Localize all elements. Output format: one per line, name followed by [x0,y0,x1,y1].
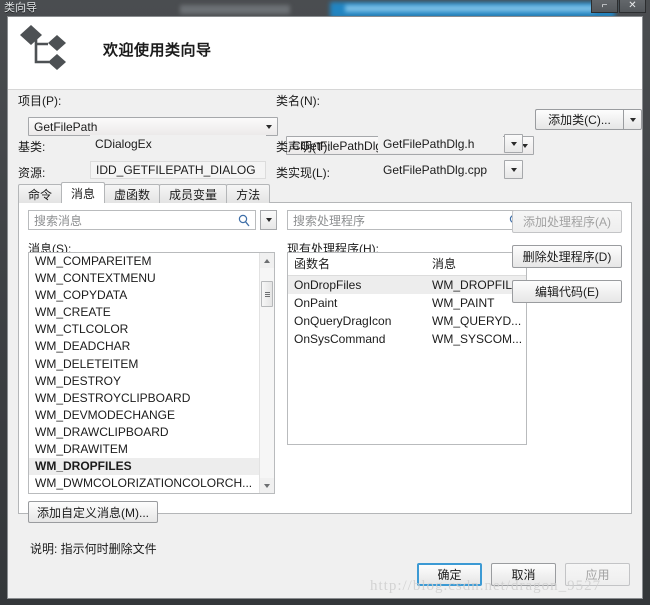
messages-listbox[interactable]: WM_COMPAREITEM WM_CONTEXTMENU WM_COPYDATA W… [28,252,275,494]
resource-label: 资源: [18,166,46,180]
table-row[interactable]: OnDropFiles WM_DROPFIL... [288,275,526,294]
ok-button[interactable]: 确定 [417,563,482,586]
list-item[interactable]: WM_CREATE [29,304,259,321]
tab-4[interactable]: 方法 [226,184,271,203]
add-custom-message-button[interactable]: 添加自定义消息(M)... [28,501,158,523]
list-item[interactable]: WM_DRAWITEM [29,441,259,458]
handler-action-buttons: 添加处理程序(A) 删除处理程序(D) 编辑代码(E) [512,210,622,315]
column-header-message[interactable]: 消息 [426,253,526,276]
project-label: 项目(P): [18,94,62,108]
handler-function-name: OnDropFiles [288,275,427,294]
class-impl-dropdown-button[interactable] [504,160,523,179]
table-row[interactable]: OnSysCommand WM_SYSCOM... [288,330,526,348]
list-item[interactable]: WM_DELETEITEM [29,356,259,373]
list-item[interactable]: WM_CONTEXTMENU [29,270,259,287]
scroll-up-button[interactable] [260,253,274,268]
add-class-dropdown-button[interactable] [623,109,642,130]
table-row[interactable]: OnPaint WM_PAINT [288,294,526,312]
list-item[interactable]: WM_DRAWCLIPBOARD [29,424,259,441]
tab-3[interactable]: 成员变量 [159,184,228,203]
handler-function-name: OnQueryDragIcon [294,314,392,328]
footer-buttons: 确定 取消 应用 [417,563,630,586]
handler-function-name: OnPaint [294,296,338,310]
class-name-label: 类名(N): [276,94,320,108]
delete-handler-button[interactable]: 删除处理程序(D) [512,245,622,268]
list-item[interactable]: WM_DEADCHAR [29,338,259,355]
edit-code-button[interactable]: 编辑代码(E) [512,280,622,303]
resource-value: IDD_GETFILEPATH_DIALOG [90,161,266,179]
list-item[interactable]: WM_DESTROYCLIPBOARD [29,390,259,407]
restore-button[interactable]: ⌐ [591,0,618,13]
messages-tab-panel: 搜索消息 搜索处理程序 消息(S): 现有处理程序(H): WM_COMPARE… [18,202,632,556]
search-messages-dropdown-button[interactable] [260,210,277,230]
tab-2[interactable]: 虚函数 [104,184,161,203]
add-class-button[interactable]: 添加类(C)... [535,109,623,130]
class-wizard-icon [20,25,66,70]
project-value: GetFilePath [34,119,98,134]
class-decl-label: 类声明(T): [276,140,331,154]
dialog-footer: 确定 取消 应用 [8,552,642,598]
add-class-split-button[interactable]: 添加类(C)... [535,109,642,130]
chevron-down-icon[interactable] [260,118,277,135]
scrollbar-thumb[interactable] [261,281,273,307]
handlers-table: 函数名 消息 OnDropFiles WM_DROPFIL... OnPaint WM… [288,253,526,348]
handler-message-name: WM_PAINT [432,296,495,310]
list-item[interactable]: WM_DEVMODECHANGE [29,407,259,424]
scroll-down-button[interactable] [260,478,274,493]
background-ide-tab-text [345,5,595,12]
messages-scrollbar[interactable] [259,253,274,493]
class-wizard-window: 类向导 ⌐ ✕ 欢迎使用类向导 项目(P): GetFilePath 类名(N)… [0,0,650,605]
search-messages-placeholder: 搜索消息 [34,213,83,228]
class-decl-value: GetFilePathDlg.h [378,135,503,153]
handlers-header-row: 函数名 消息 [288,253,526,276]
title-bar: 类向导 ⌐ ✕ [0,0,650,16]
dialog-body: 欢迎使用类向导 项目(P): GetFilePath 类名(N): CGetFi… [7,16,643,599]
handler-message-name: WM_SYSCOM... [432,332,523,346]
window-title: 类向导 [4,2,37,14]
handlers-listbox[interactable]: 函数名 消息 OnDropFiles WM_DROPFIL... OnPaint WM… [287,252,527,445]
tab-1[interactable]: 消息 [61,182,106,203]
list-item[interactable]: WM_DESTROY [29,373,259,390]
class-info-fields: 项目(P): GetFilePath 类名(N): CGetFilePathDl… [8,90,642,182]
search-messages-input[interactable]: 搜索消息 [28,210,256,230]
handler-message-name: WM_QUERYD... [432,314,522,328]
search-handlers-placeholder: 搜索处理程序 [293,213,366,228]
apply-button[interactable]: 应用 [565,563,630,586]
class-impl-value: GetFilePathDlg.cpp [378,161,503,179]
cancel-button[interactable]: 取消 [491,563,556,586]
list-item[interactable]: WM_DROPFILES [29,458,259,476]
table-row[interactable]: OnQueryDragIcon WM_QUERYD... [288,312,526,330]
tab-area: 命令 消息 虚函数 成员变量 方法 搜索消息 搜索处理程序 消息(S): 现有处… [8,182,642,556]
tab-strip: 命令 消息 虚函数 成员变量 方法 [18,182,632,203]
background-artifact [180,5,290,14]
class-impl-label: 类实现(L): [276,166,331,180]
base-class-value: CDialogEx [90,135,266,153]
handler-function-name: OnSysCommand [294,332,386,346]
window-controls: ⌐ ✕ [591,0,646,13]
dialog-banner: 欢迎使用类向导 [8,17,642,90]
messages-list[interactable]: WM_COMPAREITEM WM_CONTEXTMENU WM_COPYDATA W… [29,253,259,492]
handler-message-name: WM_DROPFIL... [426,275,526,294]
tab-0[interactable]: 命令 [18,184,63,203]
list-item[interactable]: WM_CTLCOLOR [29,321,259,338]
class-decl-dropdown-button[interactable] [504,134,523,153]
list-item[interactable]: WM_COMPAREITEM [29,253,259,270]
page-title: 欢迎使用类向导 [103,42,212,59]
column-header-function[interactable]: 函数名 [288,253,427,276]
base-class-label: 基类: [18,140,46,154]
list-item[interactable]: WM_COPYDATA [29,287,259,304]
grip-icon [264,291,270,297]
list-item[interactable]: WM_DWMCOLORIZATIONCOLORCH... [29,475,259,492]
project-combobox[interactable]: GetFilePath [28,117,278,136]
search-icon [238,214,250,227]
search-handlers-input[interactable]: 搜索处理程序 [287,210,527,230]
add-handler-button[interactable]: 添加处理程序(A) [512,210,622,233]
close-button[interactable]: ✕ [619,0,646,13]
